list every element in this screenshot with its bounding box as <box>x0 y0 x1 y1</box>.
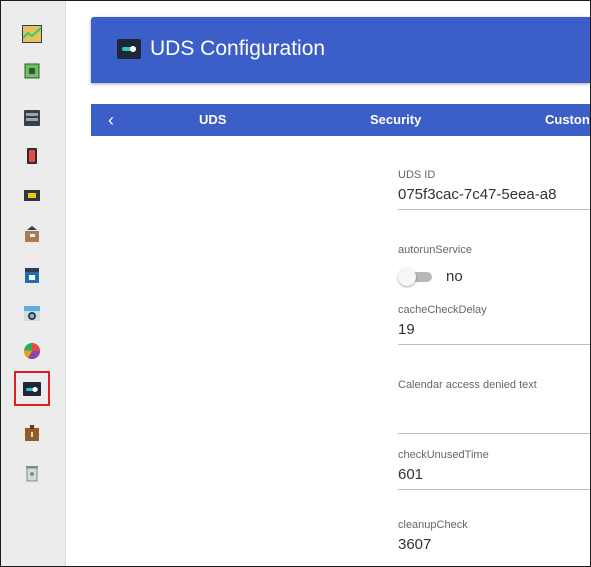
red-device-icon[interactable] <box>22 146 42 166</box>
app-frame: UDS Configuration ‹ UDS Security Custon … <box>0 0 591 567</box>
main-panel: UDS Configuration ‹ UDS Security Custon … <box>91 17 590 566</box>
uds-toggle-icon <box>117 39 141 59</box>
autorun-service-toggle[interactable]: no <box>398 268 590 286</box>
tab-security[interactable]: Security <box>370 104 421 136</box>
trash-icon[interactable] <box>22 463 42 483</box>
uds-id-value: 075f3cac-7c47-5eea-a8 <box>398 186 557 203</box>
uds-id-label: UDS ID <box>398 169 436 181</box>
autorun-service-label: autorunService <box>398 244 472 256</box>
tab-active-indicator <box>135 221 308 224</box>
server-icon[interactable] <box>22 108 42 128</box>
page-header: UDS Configuration <box>91 17 590 83</box>
cache-check-delay-underline <box>398 344 590 345</box>
briefcase-icon[interactable] <box>22 423 42 443</box>
cache-check-delay-label: cacheCheckDelay <box>398 304 487 316</box>
tab-custom[interactable]: Custon <box>545 104 590 136</box>
cache-check-delay-field[interactable]: cacheCheckDelay 19 <box>398 304 590 345</box>
check-unused-time-label: checkUnusedTime <box>398 449 489 461</box>
check-unused-time-value: 601 <box>398 466 424 483</box>
network-adapter-icon[interactable] <box>22 185 42 205</box>
cleanup-check-label: cleanupCheck <box>398 519 468 531</box>
package-icon[interactable] <box>22 224 42 244</box>
cache-check-delay-value: 19 <box>398 321 415 338</box>
calendar-icon[interactable] <box>22 265 42 285</box>
tab-bar: ‹ UDS Security Custon <box>91 104 590 224</box>
tab-uds[interactable]: UDS <box>199 104 226 136</box>
cleanup-check-value: 3607 <box>398 536 432 553</box>
autorun-service-field: autorunService no <box>398 244 590 286</box>
tab-back-icon[interactable]: ‹ <box>101 107 121 133</box>
calendar-denied-label: Calendar access denied text <box>398 379 537 391</box>
uds-id-field[interactable]: UDS ID 075f3cac-7c47-5eea-a8 <box>398 169 590 210</box>
dashboard-chart-icon[interactable] <box>22 25 42 45</box>
camera-icon[interactable] <box>22 303 42 323</box>
uds-id-underline <box>398 209 590 210</box>
toggle-thumb <box>398 268 416 286</box>
uds-toggle-icon[interactable] <box>22 379 42 399</box>
autorun-service-value: no <box>446 268 463 285</box>
chip-icon[interactable] <box>22 61 42 81</box>
check-unused-time-underline <box>398 489 590 490</box>
cleanup-check-field[interactable]: cleanupCheck 3607 <box>398 519 590 553</box>
calendar-denied-underline <box>398 433 590 434</box>
sidebar <box>1 1 66 566</box>
page-title: UDS Configuration <box>150 37 326 60</box>
check-unused-time-field[interactable]: checkUnusedTime 601 <box>398 449 590 490</box>
calendar-denied-value <box>398 396 590 414</box>
calendar-denied-field[interactable]: Calendar access denied text <box>398 379 590 434</box>
pie-chart-icon[interactable] <box>22 341 42 361</box>
